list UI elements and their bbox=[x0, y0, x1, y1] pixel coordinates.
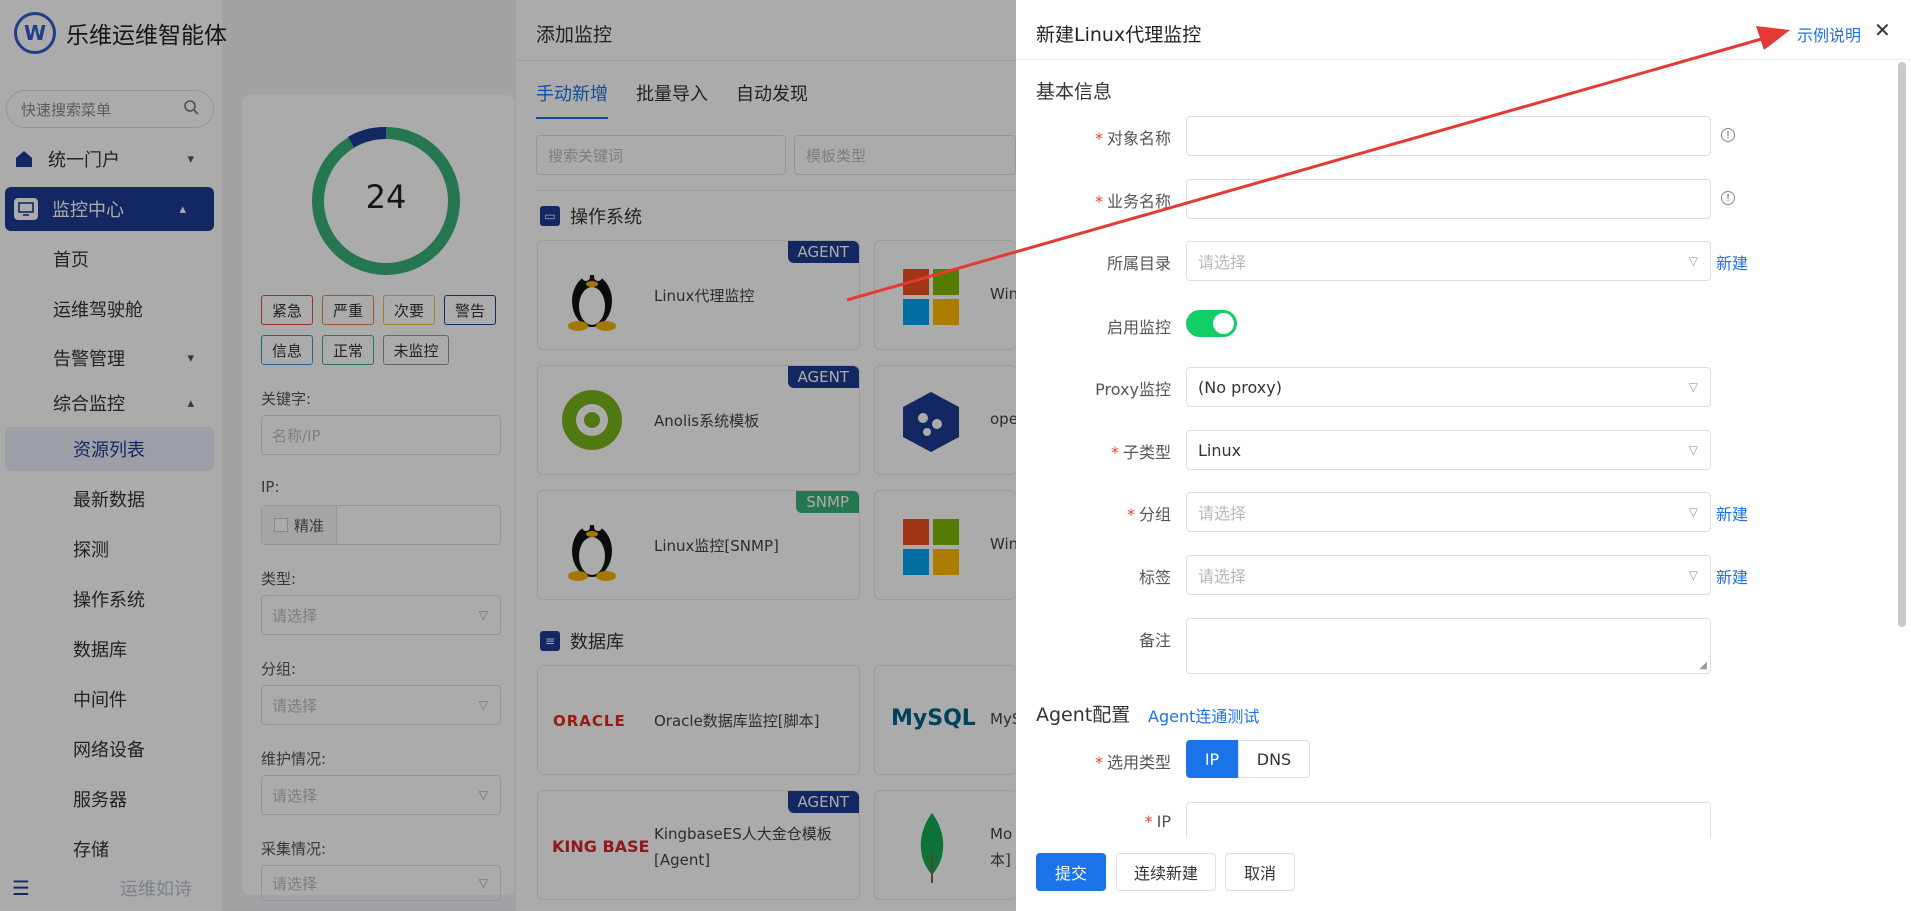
tags-label: 标签 bbox=[1138, 568, 1171, 587]
required-mark: * bbox=[1094, 129, 1103, 148]
enable-monitor-toggle[interactable] bbox=[1186, 310, 1237, 337]
example-link[interactable]: 示例说明 bbox=[1797, 22, 1861, 46]
object-name-input[interactable] bbox=[1186, 116, 1711, 156]
required-mark: * bbox=[1110, 443, 1119, 462]
field-label-text: 业务名称 bbox=[1106, 192, 1171, 211]
group-label: * 分组 bbox=[1036, 501, 1171, 525]
drawer-title: 新建Linux代理监控 bbox=[1036, 24, 1202, 46]
subtype-select[interactable]: Linux ▽ bbox=[1186, 430, 1711, 470]
required-mark: * bbox=[1094, 192, 1103, 211]
chevron-down-icon: ▽ bbox=[1688, 505, 1698, 519]
chevron-down-icon: ▽ bbox=[1688, 380, 1698, 394]
field-label-text: IP bbox=[1156, 812, 1171, 831]
close-icon[interactable]: ✕ bbox=[1874, 18, 1891, 42]
field-label-text: 分组 bbox=[1138, 505, 1171, 524]
chevron-down-icon: ▽ bbox=[1688, 568, 1698, 582]
chevron-down-icon: ▽ bbox=[1688, 443, 1698, 457]
required-mark: * bbox=[1094, 753, 1103, 772]
object-name-label: * 对象名称 bbox=[1036, 125, 1171, 149]
proxy-select-value: (No proxy) bbox=[1198, 377, 1282, 397]
tags-select[interactable]: 请选择 ▽ bbox=[1186, 555, 1711, 595]
directory-select-value: 请选择 bbox=[1198, 253, 1247, 272]
info-icon[interactable]: ! bbox=[1721, 128, 1735, 142]
continue-create-button[interactable]: 连续新建 bbox=[1116, 853, 1216, 891]
resize-handle-icon[interactable]: ◢ bbox=[1699, 660, 1707, 671]
select-type-label: * 选用类型 bbox=[1036, 749, 1171, 773]
field-label-text: 选用类型 bbox=[1106, 753, 1171, 772]
tags-select-value: 请选择 bbox=[1198, 567, 1247, 586]
info-icon[interactable]: ! bbox=[1721, 191, 1735, 205]
chevron-down-icon: ▽ bbox=[1688, 254, 1698, 268]
subtype-label: * 子类型 bbox=[1036, 439, 1171, 463]
business-name-label: * 业务名称 bbox=[1036, 188, 1171, 212]
proxy-label: Proxy监控 bbox=[1095, 380, 1171, 399]
new-group-link[interactable]: 新建 bbox=[1716, 501, 1748, 525]
ip-label: * IP bbox=[1036, 812, 1171, 831]
directory-select[interactable]: 请选择 ▽ bbox=[1186, 241, 1711, 281]
required-mark: * bbox=[1126, 505, 1135, 524]
field-label-text: 对象名称 bbox=[1106, 129, 1171, 148]
cancel-button[interactable]: 取消 bbox=[1225, 853, 1295, 891]
type-dns-option[interactable]: DNS bbox=[1238, 740, 1310, 778]
drawer-scrollbar[interactable] bbox=[1898, 62, 1906, 627]
note-label: 备注 bbox=[1138, 631, 1171, 650]
new-tag-link[interactable]: 新建 bbox=[1716, 564, 1748, 588]
agent-test-link[interactable]: Agent连通测试 bbox=[1148, 703, 1259, 727]
basic-info-section: 基本信息 bbox=[1036, 81, 1113, 103]
enable-monitor-label: 启用监控 bbox=[1106, 318, 1171, 337]
field-label-text: 子类型 bbox=[1122, 443, 1171, 462]
note-textarea[interactable]: ◢ bbox=[1186, 618, 1711, 674]
proxy-select[interactable]: (No proxy) ▽ bbox=[1186, 367, 1711, 407]
required-mark: * bbox=[1144, 812, 1153, 831]
group-select[interactable]: 请选择 ▽ bbox=[1186, 492, 1711, 532]
new-directory-link[interactable]: 新建 bbox=[1716, 250, 1748, 274]
directory-label: 所属目录 bbox=[1106, 254, 1171, 273]
submit-button[interactable]: 提交 bbox=[1036, 853, 1106, 891]
modal-overlay[interactable] bbox=[0, 0, 1016, 911]
type-ip-option[interactable]: IP bbox=[1186, 740, 1238, 778]
business-name-input[interactable] bbox=[1186, 179, 1711, 219]
ip-input[interactable] bbox=[1186, 802, 1711, 838]
group-select-value: 请选择 bbox=[1198, 504, 1247, 523]
subtype-select-value: Linux bbox=[1198, 440, 1242, 460]
agent-config-section: Agent配置 bbox=[1036, 704, 1131, 726]
